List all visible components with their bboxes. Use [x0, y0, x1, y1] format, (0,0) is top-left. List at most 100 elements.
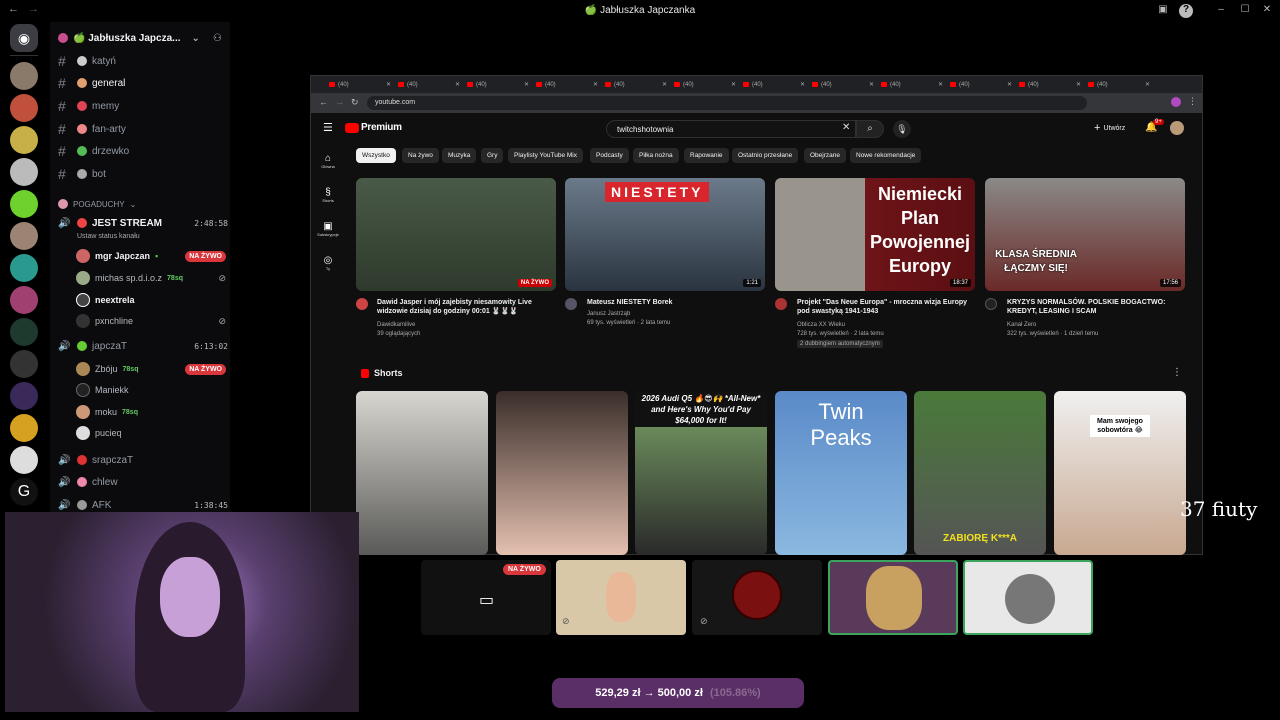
browser-tab[interactable]: (40) ✕ — [398, 79, 460, 90]
close-tab-icon[interactable]: ✕ — [1007, 81, 1012, 88]
chip[interactable]: Nowe rekomendacje — [850, 148, 922, 163]
server-icon[interactable] — [10, 286, 38, 314]
voice-user[interactable]: Zbóju 78sq NA ŻYWO — [76, 359, 226, 379]
close-tab-icon[interactable]: ✕ — [524, 81, 529, 88]
server-icon[interactable] — [10, 222, 38, 250]
browser-tab[interactable]: (40) ✕ — [881, 79, 943, 90]
chip[interactable]: Podcasty — [590, 148, 629, 163]
create-button[interactable]: + Utwórz — [1094, 121, 1125, 135]
channel-avatar[interactable] — [985, 298, 997, 310]
close-tab-icon[interactable]: ✕ — [938, 81, 943, 88]
chip[interactable]: Playlisty YouTube Mix — [508, 148, 583, 163]
channel-katyn[interactable]: # katyń — [58, 51, 228, 71]
youtube-logo-icon[interactable] — [345, 123, 359, 133]
chip[interactable]: Rapowanie — [684, 148, 729, 163]
youtube-logo-text[interactable]: Premium — [361, 122, 402, 133]
chip-wszystko[interactable]: Wszystko — [356, 148, 396, 163]
video-thumbnail[interactable]: NIESTETY 1:21 — [565, 178, 765, 291]
server-icon[interactable] — [10, 414, 38, 442]
channel-name[interactable]: Kanał Zero — [1007, 321, 1036, 329]
video-thumbnail[interactable]: Niemiecki Plan Powojennej Europy 18:37 — [775, 178, 975, 291]
url-input[interactable]: youtube.com — [367, 96, 1087, 110]
participant-tile-speaking[interactable] — [828, 560, 958, 635]
video-title[interactable]: Mateusz NIESTETY Borek — [587, 298, 767, 307]
participant-tile-speaking[interactable] — [963, 560, 1093, 635]
close-tab-icon[interactable]: ✕ — [662, 81, 667, 88]
server-icon[interactable] — [10, 446, 38, 474]
server-icon[interactable] — [10, 350, 38, 378]
voice-user[interactable]: neextrela — [76, 290, 226, 310]
server-icon[interactable] — [10, 62, 38, 90]
close-tab-icon[interactable]: ✕ — [593, 81, 598, 88]
voice-user[interactable]: pxnchline ⊘ — [76, 311, 226, 331]
voice-user[interactable]: pucieq — [76, 423, 226, 443]
close-icon[interactable]: ✕ — [1260, 4, 1274, 18]
maximize-icon[interactable]: ☐ — [1238, 4, 1252, 18]
short-thumbnail[interactable]: Twin Peaks — [775, 391, 907, 555]
voice-user[interactable]: michas sp.d.i.o.z 78sq ⊘ — [76, 268, 226, 288]
browser-tab[interactable]: (40) ✕ — [812, 79, 874, 90]
voice-channel-chlew[interactable]: 🔊 chlew — [58, 472, 228, 492]
short-thumbnail[interactable] — [356, 391, 488, 555]
short-thumbnail[interactable]: ZABIORĘ K***A — [914, 391, 1046, 555]
reload-icon[interactable]: ↻ — [351, 97, 359, 108]
sidebar-you[interactable]: ◎ Ty — [317, 255, 339, 271]
server-icon[interactable] — [10, 382, 38, 410]
browser-tab[interactable]: (40) ✕ — [743, 79, 805, 90]
close-tab-icon[interactable]: ✕ — [386, 81, 391, 88]
server-icon[interactable] — [10, 254, 38, 282]
voice-user[interactable]: moku 78sq — [76, 402, 226, 422]
server-icon[interactable] — [10, 126, 38, 154]
search-input[interactable]: twitchshotownia — [606, 120, 856, 138]
browser-tab[interactable]: (40) ✕ — [329, 79, 391, 90]
short-thumbnail[interactable]: Mam swojego sobowtóra 😂 — [1054, 391, 1186, 555]
server-icon[interactable] — [10, 158, 38, 186]
sidebar-home[interactable]: ⌂ Główna — [317, 153, 339, 169]
browser-tab[interactable]: (40) ✕ — [536, 79, 598, 90]
browser-tab[interactable]: (40) ✕ — [605, 79, 667, 90]
voice-channel-japczat[interactable]: 🔊 japczaT 6:13:02 — [58, 336, 228, 356]
browser-tab[interactable]: (40) ✕ — [1088, 79, 1150, 90]
chip[interactable]: Obejrzane — [804, 148, 846, 163]
channel-avatar[interactable] — [565, 298, 577, 310]
participant-tile[interactable]: ⊘ — [556, 560, 686, 635]
help-icon[interactable]: ? — [1179, 4, 1193, 18]
screen-share-tile[interactable]: NA ŻYWO ▭ — [421, 560, 551, 635]
sidebar-subscriptions[interactable]: ▣ Subskrypcje — [317, 221, 339, 237]
channel-avatar[interactable] — [775, 298, 787, 310]
menu-icon[interactable]: ⋮ — [1188, 96, 1197, 107]
close-tab-icon[interactable]: ✕ — [869, 81, 874, 88]
channel-name[interactable]: Oblicza XX Wieku — [797, 321, 845, 329]
video-title[interactable]: Dawid Jasper i mój zajebisty niesamowity… — [377, 298, 557, 316]
category-pogaduchy[interactable]: POGADUCHY ⌄ — [58, 194, 228, 214]
video-title[interactable]: KRYZYS NORMALSÓW. POLSKIE BOGACTWO: KRED… — [1007, 298, 1187, 316]
minimize-icon[interactable]: – — [1214, 4, 1228, 18]
server-icon-g[interactable]: G — [10, 478, 38, 506]
close-tab-icon[interactable]: ✕ — [1076, 81, 1081, 88]
channel-avatar[interactable] — [356, 298, 368, 310]
chip[interactable]: Na żywo — [402, 148, 439, 163]
back-icon[interactable]: ← — [319, 97, 328, 107]
channel-name[interactable]: Janusz Jastrząb — [587, 310, 630, 318]
short-thumbnail[interactable] — [496, 391, 628, 555]
search-icon[interactable]: ⌕ — [856, 120, 884, 138]
channel-general[interactable]: # general — [58, 73, 228, 93]
voice-channel-srapczat[interactable]: 🔊 srapczaT — [58, 450, 228, 470]
close-tab-icon[interactable]: ✕ — [800, 81, 805, 88]
voice-channel-jest-stream[interactable]: 🔊 JEST STREAM 2:48:58 — [58, 213, 228, 233]
server-icon[interactable] — [10, 318, 38, 346]
browser-tab[interactable]: (40) ✕ — [674, 79, 736, 90]
chip[interactable]: Piłka nożna — [633, 148, 679, 163]
server-icon-apple[interactable] — [10, 190, 38, 218]
channel-fan-arty[interactable]: # fan-arty — [58, 119, 228, 139]
channel-bot[interactable]: # bot — [58, 164, 228, 184]
channel-memy[interactable]: # memy — [58, 96, 228, 116]
profile-avatar[interactable] — [1171, 97, 1181, 107]
participant-tile[interactable]: ⊘ — [692, 560, 822, 635]
browser-tab[interactable]: (40) ✕ — [950, 79, 1012, 90]
video-title[interactable]: Projekt "Das Neue Europa" - mroczna wizj… — [797, 298, 977, 316]
voice-user[interactable]: Maniekk — [76, 380, 226, 400]
video-thumbnail[interactable]: KLASA ŚREDNIA ŁĄCZMY SIĘ! 17:56 — [985, 178, 1185, 291]
browser-tab[interactable]: (40) ✕ — [467, 79, 529, 90]
account-avatar[interactable] — [1170, 121, 1184, 135]
